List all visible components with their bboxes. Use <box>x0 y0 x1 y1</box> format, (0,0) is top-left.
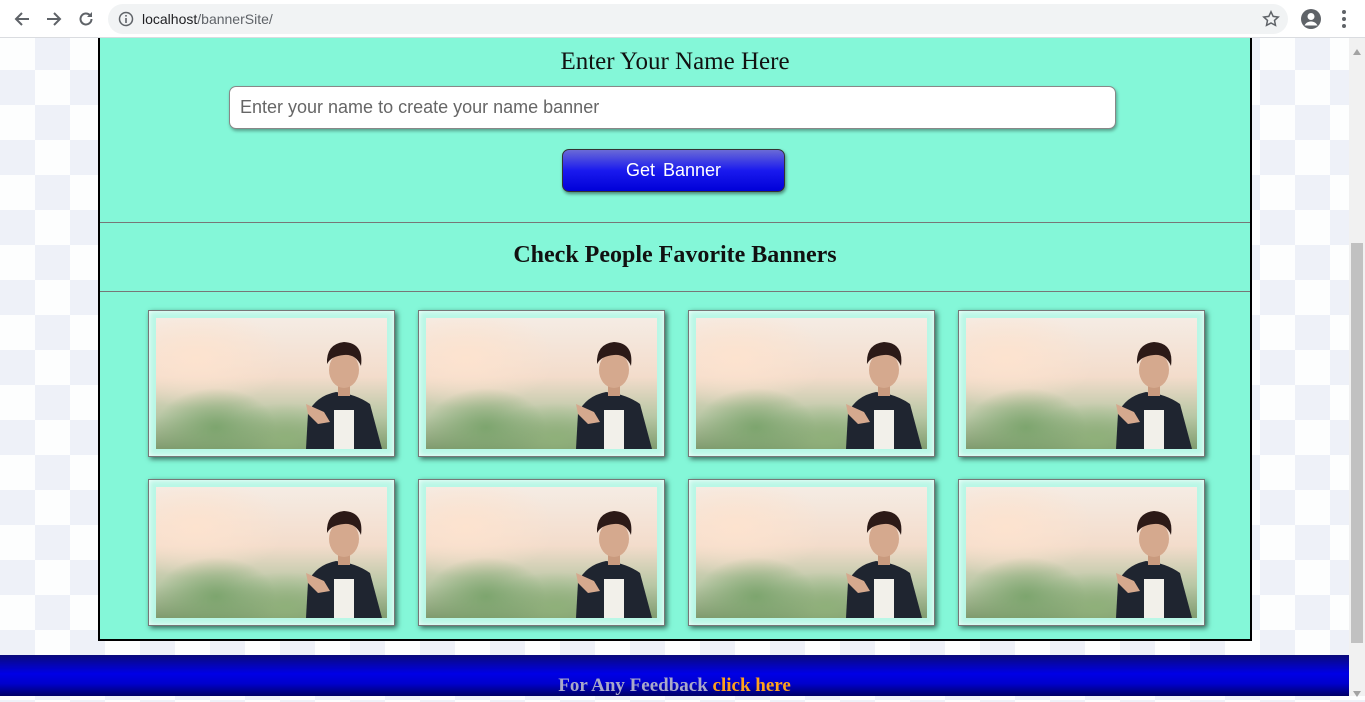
info-icon[interactable] <box>118 11 134 32</box>
name-heading: Enter Your Name Here <box>560 48 790 75</box>
banner-photo <box>696 318 927 449</box>
banner-card[interactable] <box>688 310 935 457</box>
back-arrow-icon[interactable] <box>10 7 34 31</box>
banner-photo <box>426 487 657 618</box>
feedback-link[interactable]: click here <box>713 675 791 696</box>
favorites-heading: Check People Favorite Banners <box>513 242 837 268</box>
banner-photo <box>426 318 657 449</box>
banner-photo <box>966 487 1197 618</box>
main-panel: Enter Your Name Here Get Banner Check Pe… <box>98 38 1252 641</box>
banner-card[interactable] <box>418 479 665 626</box>
scroll-up-arrow-icon[interactable] <box>1353 42 1361 60</box>
footer-bar: For Any Feedback click here <box>0 655 1349 696</box>
banner-card[interactable] <box>418 310 665 457</box>
section-divider <box>100 291 1250 292</box>
banner-card[interactable] <box>688 479 935 626</box>
banner-card[interactable] <box>148 310 395 457</box>
url-host: localhost <box>142 11 198 27</box>
more-menu-icon[interactable] <box>1336 8 1352 35</box>
section-divider <box>100 222 1250 223</box>
page-scrollbar[interactable] <box>1349 38 1365 697</box>
scrollbar-thumb[interactable] <box>1351 243 1363 643</box>
banner-photo <box>156 318 387 449</box>
url-path: /bannerSite/ <box>197 11 273 27</box>
profile-avatar-icon[interactable] <box>1300 8 1322 35</box>
banner-card[interactable] <box>958 479 1205 626</box>
banner-photo <box>156 487 387 618</box>
get-banner-button[interactable]: Get Banner <box>562 149 785 192</box>
scroll-down-arrow-icon[interactable] <box>1353 684 1361 702</box>
forward-arrow-icon[interactable] <box>42 7 66 31</box>
browser-toolbar: localhost/bannerSite/ <box>0 0 1365 38</box>
url-text: localhost/bannerSite/ <box>142 11 273 27</box>
banner-photo <box>966 318 1197 449</box>
banner-card[interactable] <box>958 310 1205 457</box>
banner-card[interactable] <box>148 479 395 626</box>
footer-text: For Any Feedback click here <box>0 675 1349 697</box>
address-bar[interactable]: localhost/bannerSite/ <box>108 4 1288 34</box>
reload-icon[interactable] <box>74 7 98 31</box>
feedback-label: For Any Feedback <box>558 675 713 696</box>
name-input[interactable] <box>229 86 1116 129</box>
banner-photo <box>696 487 927 618</box>
bookmark-star-icon[interactable] <box>1262 10 1280 33</box>
